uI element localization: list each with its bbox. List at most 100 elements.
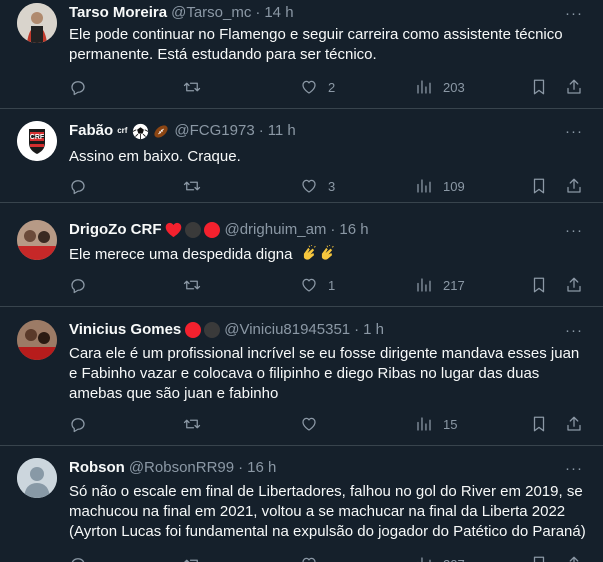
bookmark-button[interactable] [530, 77, 548, 97]
retweet-icon [183, 82, 201, 92]
more-options-button[interactable]: ··· [561, 458, 587, 478]
timestamp[interactable]: 14 h [264, 3, 293, 23]
avatar[interactable]: CRF [17, 121, 57, 161]
retweet-button[interactable] [183, 77, 201, 97]
like-button[interactable]: 2 [300, 77, 335, 97]
retweet-icon [183, 419, 201, 429]
red-circle-icon [204, 222, 221, 238]
avatar[interactable] [17, 3, 57, 43]
views-button[interactable]: 109 [415, 176, 465, 196]
clapping-hands-icon [303, 244, 316, 260]
tweet-text: Assino em baixo. Craque. [69, 148, 241, 165]
like-count: 3 [328, 178, 336, 194]
separator-dot: · [255, 4, 261, 21]
author-name[interactable]: Robson [69, 458, 125, 478]
share-button[interactable] [565, 414, 583, 434]
bookmark-button[interactable] [530, 414, 548, 434]
views-icon [417, 80, 431, 94]
author-name[interactable]: Vinicius Gomes [69, 320, 181, 340]
avatar[interactable] [17, 320, 57, 360]
more-options-button[interactable]: ··· [561, 3, 587, 23]
timestamp[interactable]: 16 h [339, 220, 368, 240]
share-button[interactable] [565, 554, 583, 562]
red-heart-icon [166, 222, 182, 238]
reply-button[interactable] [69, 554, 87, 562]
name-suffix: crf [117, 126, 128, 135]
author-name[interactable]: DrigoZo CRF [69, 220, 161, 240]
share-icon [567, 416, 581, 431]
like-button[interactable]: 3 [300, 176, 335, 196]
soccer-ball-icon [133, 123, 149, 139]
tweet-text: Só não o escale em final de Libertadores… [69, 483, 586, 540]
retweet-button[interactable] [183, 554, 201, 562]
tweet[interactable]: DrigoZo CRF @drighuim_am · 16 h ··· Ele … [0, 203, 603, 307]
tweet[interactable]: CRF Fabão crf @FCG1973 · 11 h ··· Assino… [0, 109, 603, 203]
timestamp[interactable]: 16 h [247, 458, 276, 478]
views-button[interactable]: 217 [415, 275, 465, 295]
more-options-button[interactable]: ··· [561, 121, 587, 141]
reply-button[interactable] [69, 275, 87, 295]
timestamp[interactable]: 1 h [363, 320, 384, 340]
more-options-button[interactable]: ··· [561, 320, 587, 340]
share-icon [567, 79, 581, 94]
bookmark-button[interactable] [530, 554, 548, 562]
tweet-text: Ele pode continuar no Flamengo e seguir … [69, 26, 563, 63]
separator-dot: · [258, 122, 264, 139]
football-icon [154, 124, 169, 138]
share-button[interactable] [565, 176, 583, 196]
author-handle[interactable]: @RobsonRR99 [129, 458, 234, 478]
author-handle[interactable]: @drighuim_am [224, 220, 326, 240]
tweet[interactable]: Robson @RobsonRR99 · 16 h ··· Só não o e… [0, 446, 603, 562]
views-icon [417, 417, 431, 431]
timestamp[interactable]: 11 h [268, 121, 296, 141]
reply-icon [71, 279, 85, 294]
clapping-hands-icon [321, 244, 334, 260]
share-icon [569, 556, 579, 562]
bookmark-icon [533, 178, 545, 194]
share-button[interactable] [565, 275, 583, 295]
reply-button[interactable] [69, 414, 87, 434]
separator-dot: · [330, 221, 336, 238]
reply-button[interactable] [69, 77, 87, 97]
reply-icon [71, 418, 85, 433]
retweet-button[interactable] [183, 414, 201, 434]
author-handle[interactable]: @Viniciu81945351 [224, 320, 350, 340]
tweet[interactable]: Vinicius Gomes @Viniciu81945351 · 1 h ··… [0, 307, 603, 446]
view-count: 217 [443, 277, 465, 293]
views-button[interactable]: 15 [415, 414, 457, 434]
retweet-button[interactable] [183, 275, 201, 295]
more-options-button[interactable]: ··· [561, 220, 587, 240]
heart-icon [302, 557, 316, 562]
author-handle[interactable]: @FCG1973 [174, 121, 254, 141]
bookmark-button[interactable] [530, 275, 548, 295]
retweet-icon [183, 280, 201, 290]
default-avatar-icon [17, 458, 57, 498]
reply-icon [71, 558, 85, 562]
author-name[interactable]: Fabão [69, 121, 113, 141]
black-circle-icon [204, 322, 221, 338]
like-count: 1 [328, 277, 336, 293]
author-name[interactable]: Tarso Moreira [69, 3, 167, 23]
separator-dot: · [354, 321, 360, 338]
reply-button[interactable] [69, 176, 87, 196]
views-icon [417, 179, 431, 193]
retweet-button[interactable] [183, 176, 201, 196]
like-button[interactable]: 1 [300, 275, 335, 295]
bookmark-icon [533, 556, 545, 562]
heart-icon [302, 179, 316, 193]
avatar[interactable] [17, 458, 57, 498]
bookmark-icon [533, 277, 545, 293]
view-count: 203 [443, 79, 465, 95]
separator-dot: · [238, 459, 244, 476]
like-button[interactable] [300, 414, 318, 434]
like-button[interactable] [300, 554, 318, 562]
author-handle[interactable]: @Tarso_mc [171, 3, 251, 23]
bookmark-button[interactable] [530, 176, 548, 196]
retweet-icon [184, 559, 198, 562]
tweet[interactable]: Tarso Moreira @Tarso_mc · 14 h ··· Ele p… [0, 0, 603, 109]
avatar[interactable] [17, 220, 57, 260]
black-circle-icon [185, 222, 202, 238]
views-button[interactable]: 203 [415, 77, 465, 97]
views-button[interactable]: 207 [415, 554, 465, 562]
share-button[interactable] [565, 77, 583, 97]
